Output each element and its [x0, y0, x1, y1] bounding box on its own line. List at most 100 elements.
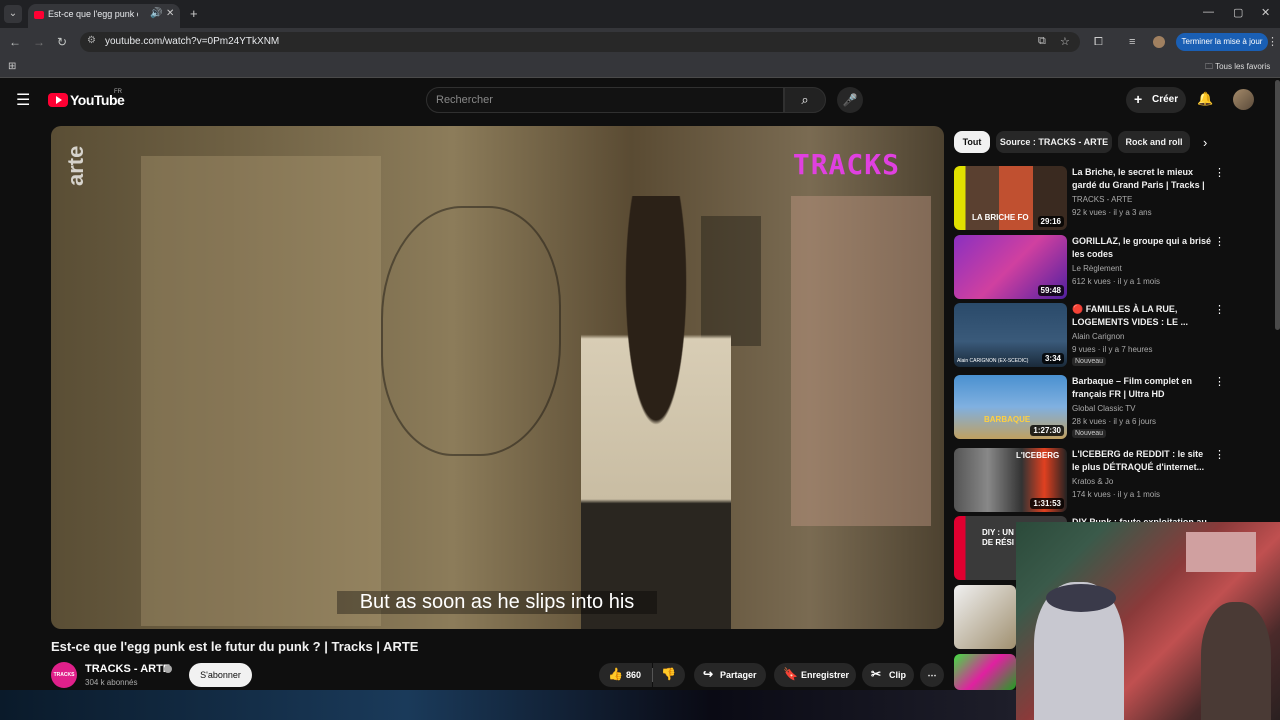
search-icon: ⌕	[801, 92, 809, 107]
webcam-hat	[1046, 584, 1116, 612]
recommendation-channel[interactable]: TRACKS - ARTE	[1072, 195, 1132, 204]
subscribe-button[interactable]: S'abonner	[189, 663, 252, 687]
recommendation-meta: 9 vues · il y a 7 heures	[1072, 345, 1153, 354]
chevron-right-icon[interactable]: ›	[1203, 135, 1207, 150]
back-icon[interactable]: ←	[9, 35, 21, 49]
browser-tab[interactable]: Est-ce que l'egg punk est le 🔊 ✕	[28, 4, 180, 28]
tab-close-icon[interactable]: ✕	[166, 8, 174, 19]
more-vertical-icon[interactable]: ⋮	[1214, 303, 1225, 316]
recommendation-channel[interactable]: Le Règlement	[1072, 264, 1122, 273]
url-text[interactable]: youtube.com/watch?v=0Pm24YTkXNM	[105, 36, 279, 47]
more-vertical-icon[interactable]: ⋮	[1214, 166, 1225, 179]
tab-title: Est-ce que l'egg punk est le	[48, 9, 138, 19]
search-button[interactable]: ⌕	[784, 87, 826, 113]
video-thumbnail[interactable]	[954, 585, 1016, 649]
recommendation-title[interactable]: 🔴 FAMILLES À LA RUE, LOGEMENTS VIDES : L…	[1072, 303, 1212, 329]
media-icon[interactable]: ≡	[1129, 36, 1135, 48]
list-item[interactable]: L'ICEBERG 1:31:53 L'ICEBERG de REDDIT : …	[954, 448, 1264, 516]
thumbs-up-icon: 👍	[608, 667, 623, 681]
update-button[interactable]: Terminer la mise à jour	[1176, 33, 1268, 51]
video-thumbnail[interactable]: BARBAQUE 1:27:30	[954, 375, 1067, 439]
chip-all[interactable]: Tout	[954, 131, 990, 153]
forward-icon[interactable]: →	[33, 35, 45, 49]
create-label: Créer	[1152, 94, 1179, 105]
recommendation-meta: 612 k vues · il y a 1 mois	[1072, 277, 1161, 286]
star-icon[interactable]: ☆	[1060, 35, 1070, 48]
video-title: Est-ce que l'egg punk est le futur du pu…	[51, 639, 419, 654]
webcam-person-right	[1201, 602, 1271, 720]
webcam-overlay	[1016, 522, 1280, 720]
region-code: FR	[114, 89, 122, 95]
new-badge: Nouveau	[1072, 429, 1107, 438]
youtube-favicon-icon	[34, 11, 44, 19]
youtube-logo-icon[interactable]	[48, 93, 68, 107]
scissors-icon: ✂	[871, 667, 882, 681]
menu-hamburger-icon[interactable]: ☰	[16, 90, 30, 110]
thumbnail-text: Alain CARIGNON (EX-SCEDIC)	[957, 358, 1029, 364]
dislike-button[interactable]: 👎	[653, 663, 685, 687]
maximize-icon[interactable]: ▢	[1233, 6, 1243, 19]
chip-rock[interactable]: Rock and roll	[1118, 131, 1190, 153]
folder-icon: 🗀	[1205, 62, 1216, 71]
recommendation-channel[interactable]: Kratos & Jo	[1072, 477, 1113, 486]
all-bookmarks-label: Tous les favoris	[1215, 62, 1271, 71]
speaker-icon[interactable]: 🔊	[150, 8, 162, 19]
recommendation-channel[interactable]: Global Classic TV	[1072, 404, 1135, 413]
minimize-icon[interactable]: —	[1203, 6, 1214, 18]
clip-button[interactable]: ✂ Clip	[862, 663, 914, 687]
like-button[interactable]: 👍 860	[599, 663, 652, 687]
video-thumbnail[interactable]	[954, 654, 1016, 690]
notifications-bell-icon[interactable]: 🔔	[1197, 91, 1213, 107]
more-actions-button[interactable]: ⋯	[920, 663, 944, 687]
apps-icon[interactable]: ⊞	[8, 61, 16, 72]
subscriber-count: 304 k abonnés	[85, 678, 138, 687]
tab-search-chevron-down-icon[interactable]: ⌄	[4, 5, 22, 23]
voice-search-button[interactable]: 🎤	[837, 87, 863, 113]
list-item[interactable]: Alain CARIGNON (EX-SCEDIC) 3:34 🔴 FAMILL…	[954, 303, 1264, 371]
page-scrollbar[interactable]	[1275, 80, 1280, 330]
window-close-icon[interactable]: ✕	[1261, 6, 1270, 19]
search-box[interactable]	[426, 87, 784, 113]
user-avatar[interactable]	[1233, 89, 1254, 110]
install-icon[interactable]: ⧉	[1038, 35, 1046, 48]
video-player[interactable]: arte TRACKS But as soon as he slips into…	[51, 126, 944, 629]
kebab-icon[interactable]: ⋮	[1267, 35, 1278, 48]
more-vertical-icon[interactable]: ⋮	[1214, 375, 1225, 388]
list-item[interactable]: BARBAQUE 1:27:30 Barbaque – Film complet…	[954, 375, 1264, 443]
extensions-icon[interactable]: ⧠	[1094, 36, 1103, 49]
recommendation-title[interactable]: GORILLAZ, le groupe qui a brisé les code…	[1072, 235, 1212, 261]
new-tab-plus-icon[interactable]: +	[190, 6, 198, 21]
channel-avatar[interactable]: TRACKS	[51, 662, 77, 688]
recommendation-title[interactable]: Barbaque – Film complet en français FR |…	[1072, 375, 1212, 401]
search-input[interactable]	[427, 88, 783, 112]
profile-avatar[interactable]	[1153, 36, 1165, 48]
video-frame-wall	[141, 156, 381, 626]
create-button[interactable]: + Créer	[1126, 87, 1186, 113]
video-thumbnail[interactable]: Alain CARIGNON (EX-SCEDIC) 3:34	[954, 303, 1067, 367]
tune-icon[interactable]: ⚙	[87, 35, 96, 46]
recommendation-title[interactable]: L'ICEBERG de REDDIT : le site le plus DÉ…	[1072, 448, 1212, 474]
video-thumbnail[interactable]: LA BRICHE FO 29:16	[954, 166, 1067, 230]
video-thumbnail[interactable]: 59:48	[954, 235, 1067, 299]
list-item[interactable]: 59:48 GORILLAZ, le groupe qui a brisé le…	[954, 235, 1264, 303]
verified-icon	[164, 665, 172, 673]
video-thumbnail[interactable]: L'ICEBERG 1:31:53	[954, 448, 1067, 512]
more-vertical-icon[interactable]: ⋮	[1214, 448, 1225, 461]
list-item[interactable]: LA BRICHE FO 29:16 La Briche, le secret …	[954, 166, 1264, 234]
video-frame-person	[581, 196, 731, 629]
reload-icon[interactable]: ↻	[57, 35, 67, 49]
plus-icon: +	[1134, 91, 1143, 107]
more-vertical-icon[interactable]: ⋮	[1214, 235, 1225, 248]
arte-watermark: arte	[63, 145, 88, 186]
thumbnail-text: LA BRICHE FO	[972, 213, 1029, 222]
duration-badge: 29:16	[1037, 216, 1064, 227]
recommendation-title[interactable]: La Briche, le secret le mieux gardé du G…	[1072, 166, 1212, 192]
share-button[interactable]: ↪ Partager	[694, 663, 766, 687]
address-bar[interactable]: ⚙ youtube.com/watch?v=0Pm24YTkXNM ⧉ ☆	[80, 32, 1080, 52]
recommendation-channel[interactable]: Alain Carignon	[1072, 332, 1124, 341]
chip-source[interactable]: Source : TRACKS - ARTE	[996, 131, 1112, 153]
channel-name[interactable]: TRACKS - ARTE	[85, 663, 170, 675]
all-bookmarks-folder[interactable]: 🗀 Tous les favoris	[1205, 61, 1270, 75]
save-button[interactable]: 🔖 Enregistrer	[774, 663, 856, 687]
thumbnail-text: L'ICEBERG	[1016, 451, 1060, 460]
